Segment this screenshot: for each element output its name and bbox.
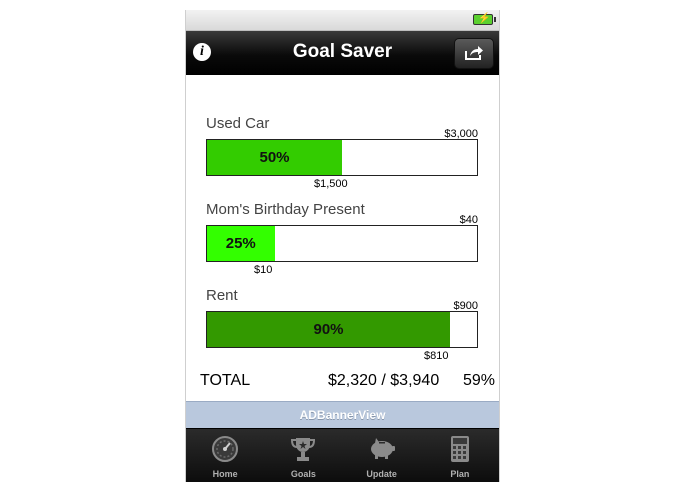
goal-percent: 50% [259, 149, 290, 166]
goal-item[interactable]: Mom's Birthday Present $40 25% $10 [186, 201, 499, 287]
goal-item[interactable]: Used Car $3,000 50% $1,500 [186, 115, 499, 201]
tab-label: Update [366, 469, 397, 479]
share-button[interactable] [454, 38, 494, 69]
page-title: Goal Saver [292, 41, 393, 62]
goal-name: Used Car [206, 115, 270, 132]
goal-progress-bar: 25% [206, 225, 478, 262]
tab-plan[interactable]: Plan [421, 429, 499, 482]
goal-saved-amount: $1,500 [314, 178, 348, 190]
phone-screen: ⚡ i Goal Saver Used Car $3,000 50% $1,50… [185, 10, 500, 482]
goal-percent: 90% [313, 321, 344, 338]
tab-update[interactable]: Update [343, 429, 421, 482]
tab-label: Goals [290, 469, 316, 479]
tab-goals[interactable]: Goals [264, 429, 342, 482]
tab-bar: Home Goals Update Plan [186, 428, 499, 482]
status-bar: ⚡ [186, 10, 499, 31]
tab-home[interactable]: Home [186, 429, 264, 482]
goal-name: Mom's Birthday Present [206, 201, 365, 218]
share-icon [465, 46, 483, 60]
goal-saved-amount: $810 [424, 350, 449, 362]
goal-name: Rent [206, 287, 238, 304]
calculator-icon [450, 436, 469, 462]
total-label: TOTAL [200, 372, 251, 389]
goal-item[interactable]: Rent $900 90% $810 [186, 287, 499, 373]
ad-banner[interactable]: ADBannerView [186, 401, 499, 428]
goal-saved-amount: $10 [254, 264, 273, 276]
total-value: $2,320 / $3,940 [328, 372, 440, 389]
tab-label: Plan [450, 469, 470, 479]
goal-percent: 25% [225, 235, 256, 252]
battery-icon: ⚡ [473, 13, 496, 25]
total-percent: 59% [462, 372, 495, 389]
goal-progress-bar: 50% [206, 139, 478, 176]
goal-progress-bar: 90% [206, 311, 478, 348]
trophy-icon [291, 438, 316, 461]
goals-list: Used Car $3,000 50% $1,500 Mom's Birthda… [186, 75, 499, 400]
navigation-bar: i Goal Saver [186, 31, 499, 75]
tab-label: Home [212, 469, 238, 479]
gauge-icon [212, 436, 239, 462]
piggy-bank-icon [370, 438, 395, 459]
